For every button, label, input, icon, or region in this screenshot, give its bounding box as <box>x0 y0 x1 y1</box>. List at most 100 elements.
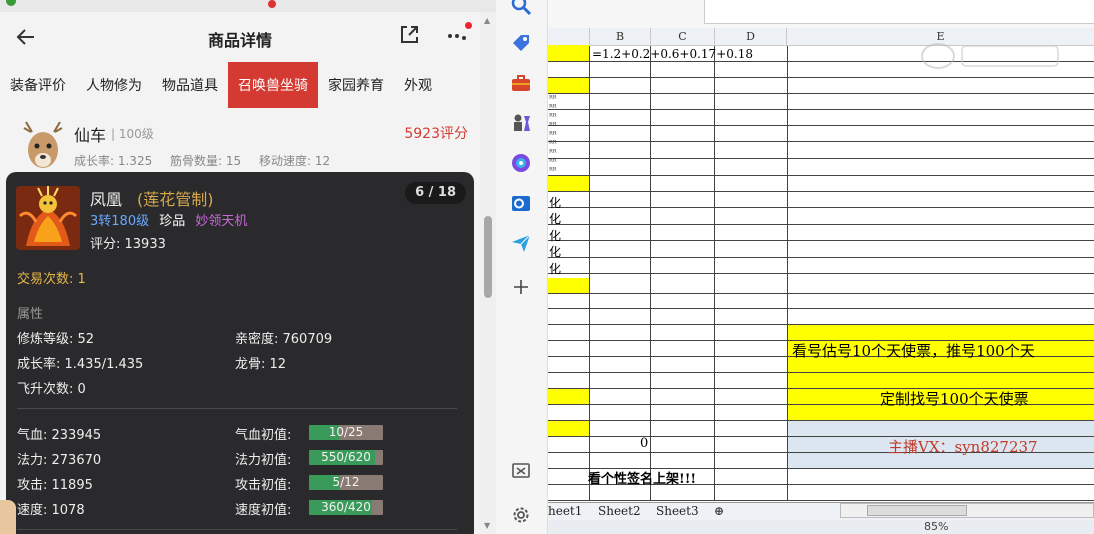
attr-hp: 气血: 233945 <box>17 428 102 443</box>
column-header-c[interactable]: C <box>651 28 715 46</box>
tag-icon[interactable] <box>510 32 532 54</box>
divider <box>17 529 457 530</box>
grid-line <box>548 191 1094 192</box>
sheet-tab-3[interactable]: Sheet3 <box>656 504 699 518</box>
attr-mp: 法力: 273670 <box>17 453 102 468</box>
column-header-b[interactable]: B <box>590 28 651 46</box>
mp-init-bar-text: 550/620 <box>321 450 371 464</box>
cell-a-text: 化 <box>549 229 562 243</box>
new-sheet-icon[interactable]: ⊕ <box>714 504 724 518</box>
attributes-heading: 属性 <box>17 307 44 322</box>
attr-cultivation: 修炼等级: 52 <box>17 332 95 347</box>
attr-dragon-bone: 龙骨: 12 <box>235 357 287 372</box>
app-header: 商品详情 <box>0 12 480 62</box>
tab-appearance[interactable]: 外观 <box>394 62 442 108</box>
scroll-up-icon[interactable]: ▲ <box>484 16 490 25</box>
share-button[interactable] <box>398 24 422 48</box>
trade-count: 交易次数: 1 <box>17 272 86 287</box>
attr-atk-init-label: 攻击初值: <box>235 478 292 493</box>
search-icon[interactable] <box>510 0 532 16</box>
atk-init-bar-text: 5/12 <box>332 475 360 489</box>
sheet-tab-2[interactable]: Sheet2 <box>598 504 641 518</box>
app-scrollbar[interactable]: ▲ ▼ <box>480 12 496 534</box>
chess-icon[interactable] <box>510 112 532 134</box>
pet-rarity: 珍品 <box>159 214 186 229</box>
tab-equipment-eval[interactable]: 装备评价 <box>0 62 76 108</box>
atk-init-bar: 5/12 <box>309 475 383 490</box>
banner-text-1: 看号估号10个天使票，推号100个天 <box>792 342 1035 360</box>
mount-bones: 筋骨数量: 15 <box>170 154 242 168</box>
pet-counter-badge: 6 / 18 <box>405 182 466 204</box>
scroll-down-icon[interactable]: ▼ <box>484 521 490 530</box>
tab-items[interactable]: 物品道具 <box>152 62 228 108</box>
status-dot-icon <box>268 0 276 8</box>
toolbox-icon[interactable] <box>510 72 532 94</box>
settings-icon[interactable] <box>510 504 532 526</box>
pet-meta-line: 3转180级 珍品 妙领天机 <box>90 210 247 229</box>
status-strip <box>0 0 496 12</box>
horizontal-scrollbar[interactable] <box>840 503 1094 518</box>
pet-level: 3转180级 <box>90 214 150 229</box>
tab-summon-mounts[interactable]: 召唤兽坐骑 <box>228 62 318 108</box>
grid-line <box>548 308 1094 309</box>
grid-line <box>548 77 1094 78</box>
grid-line <box>548 273 1094 274</box>
grid-line <box>548 125 1094 126</box>
scrollbar-thumb[interactable] <box>484 216 492 298</box>
tab-character-cultivation[interactable]: 人物修为 <box>76 62 152 108</box>
pet-name: 凤凰 <box>90 190 123 209</box>
column-header-d[interactable]: D <box>715 28 787 46</box>
grid-line <box>548 420 1094 421</box>
mount-list-item[interactable]: 仙车 | 100级 5923评分 成长率: 1.325 筋骨数量: 15 移动速… <box>0 110 480 174</box>
highlighted-cell[interactable] <box>548 45 590 61</box>
outlook-icon[interactable] <box>510 192 532 214</box>
highlighted-cell[interactable] <box>548 420 590 436</box>
send-icon[interactable] <box>510 232 532 254</box>
grid-line <box>548 175 1094 176</box>
hp-init-bar: 10/25 <box>309 425 383 440</box>
attr-mp-init-label: 法力初值: <box>235 453 292 468</box>
add-icon[interactable] <box>510 276 532 298</box>
mount-score: 5923评分 <box>404 126 468 142</box>
zoom-level[interactable]: 85% <box>924 520 948 533</box>
mount-growth: 成长率: 1.325 <box>74 154 153 168</box>
grid-line <box>548 158 1094 159</box>
sheet-tab-1[interactable]: heet1 <box>548 504 582 518</box>
banner-text-2: 定制找号100个天使票 <box>880 390 1029 408</box>
formula-bar[interactable] <box>704 0 1094 24</box>
circle-app-icon[interactable] <box>510 152 532 174</box>
more-button[interactable] <box>444 22 474 52</box>
highlighted-cell[interactable] <box>548 77 590 93</box>
mount-speed: 移动速度: 12 <box>259 154 331 168</box>
highlighted-cell[interactable] <box>548 278 590 293</box>
divider <box>17 408 457 409</box>
pet-score: 评分: 13933 <box>90 237 166 252</box>
tab-home[interactable]: 家园养育 <box>318 62 394 108</box>
highlighted-cell[interactable] <box>548 175 590 191</box>
highlighted-cell[interactable] <box>548 388 590 404</box>
grid-line <box>548 372 1094 373</box>
sheet-toolbar <box>548 0 1094 28</box>
spreadsheet-window: B C D E ᴿᴿ ᴿᴿ ᴿᴿ ᴿᴿ ᴿᴿ ᴿᴿ ᴿᴿ ᴿᴿ ᴿᴿ 化 化 化 化 化 =1.… <box>548 0 1094 534</box>
category-tabs: 装备评价 人物修为 物品道具 召唤兽坐骑 家园养育 外观 <box>0 62 480 108</box>
status-dot-icon <box>6 0 16 6</box>
notification-dot <box>465 22 472 29</box>
deer-avatar <box>18 118 68 174</box>
spd-init-bar-text: 360/420 <box>321 500 371 514</box>
grid-line <box>548 293 1094 294</box>
grid-line <box>548 207 1094 208</box>
spd-init-bar: 360/420 <box>309 500 383 515</box>
phoenix-avatar <box>16 186 80 250</box>
attr-growth: 成长率: 1.435/1.435 <box>17 357 144 372</box>
bottom-note-cell[interactable]: 看个性签名上架!!! <box>588 468 696 487</box>
zero-cell[interactable]: 0 <box>640 436 648 451</box>
formula-cell[interactable]: =1.2+0.2+0.6+0.17+0.18 <box>592 47 753 61</box>
pet-server: 妙领天机 <box>195 214 248 229</box>
cell-a-dense-text: ᴿᴿ ᴿᴿ ᴿᴿ ᴿᴿ ᴿᴿ ᴿᴿ ᴿᴿ ᴿᴿ ᴿᴿ <box>549 94 557 175</box>
product-detail-app: 商品详情 装备评价 人物修为 物品道具 召唤兽坐骑 家园养育 外观 仙车 | 1… <box>0 0 496 534</box>
column-header-a[interactable] <box>548 28 590 46</box>
pet-detail-popup: 凤凰 (莲花管制) 6 / 18 3转180级 珍品 妙领天机 评分: 1393… <box>6 172 474 534</box>
scrollbar-thumb[interactable] <box>867 505 967 516</box>
screenshot-icon[interactable] <box>510 460 532 482</box>
mount-stats: 成长率: 1.325 筋骨数量: 15 移动速度: 12 <box>74 152 344 169</box>
